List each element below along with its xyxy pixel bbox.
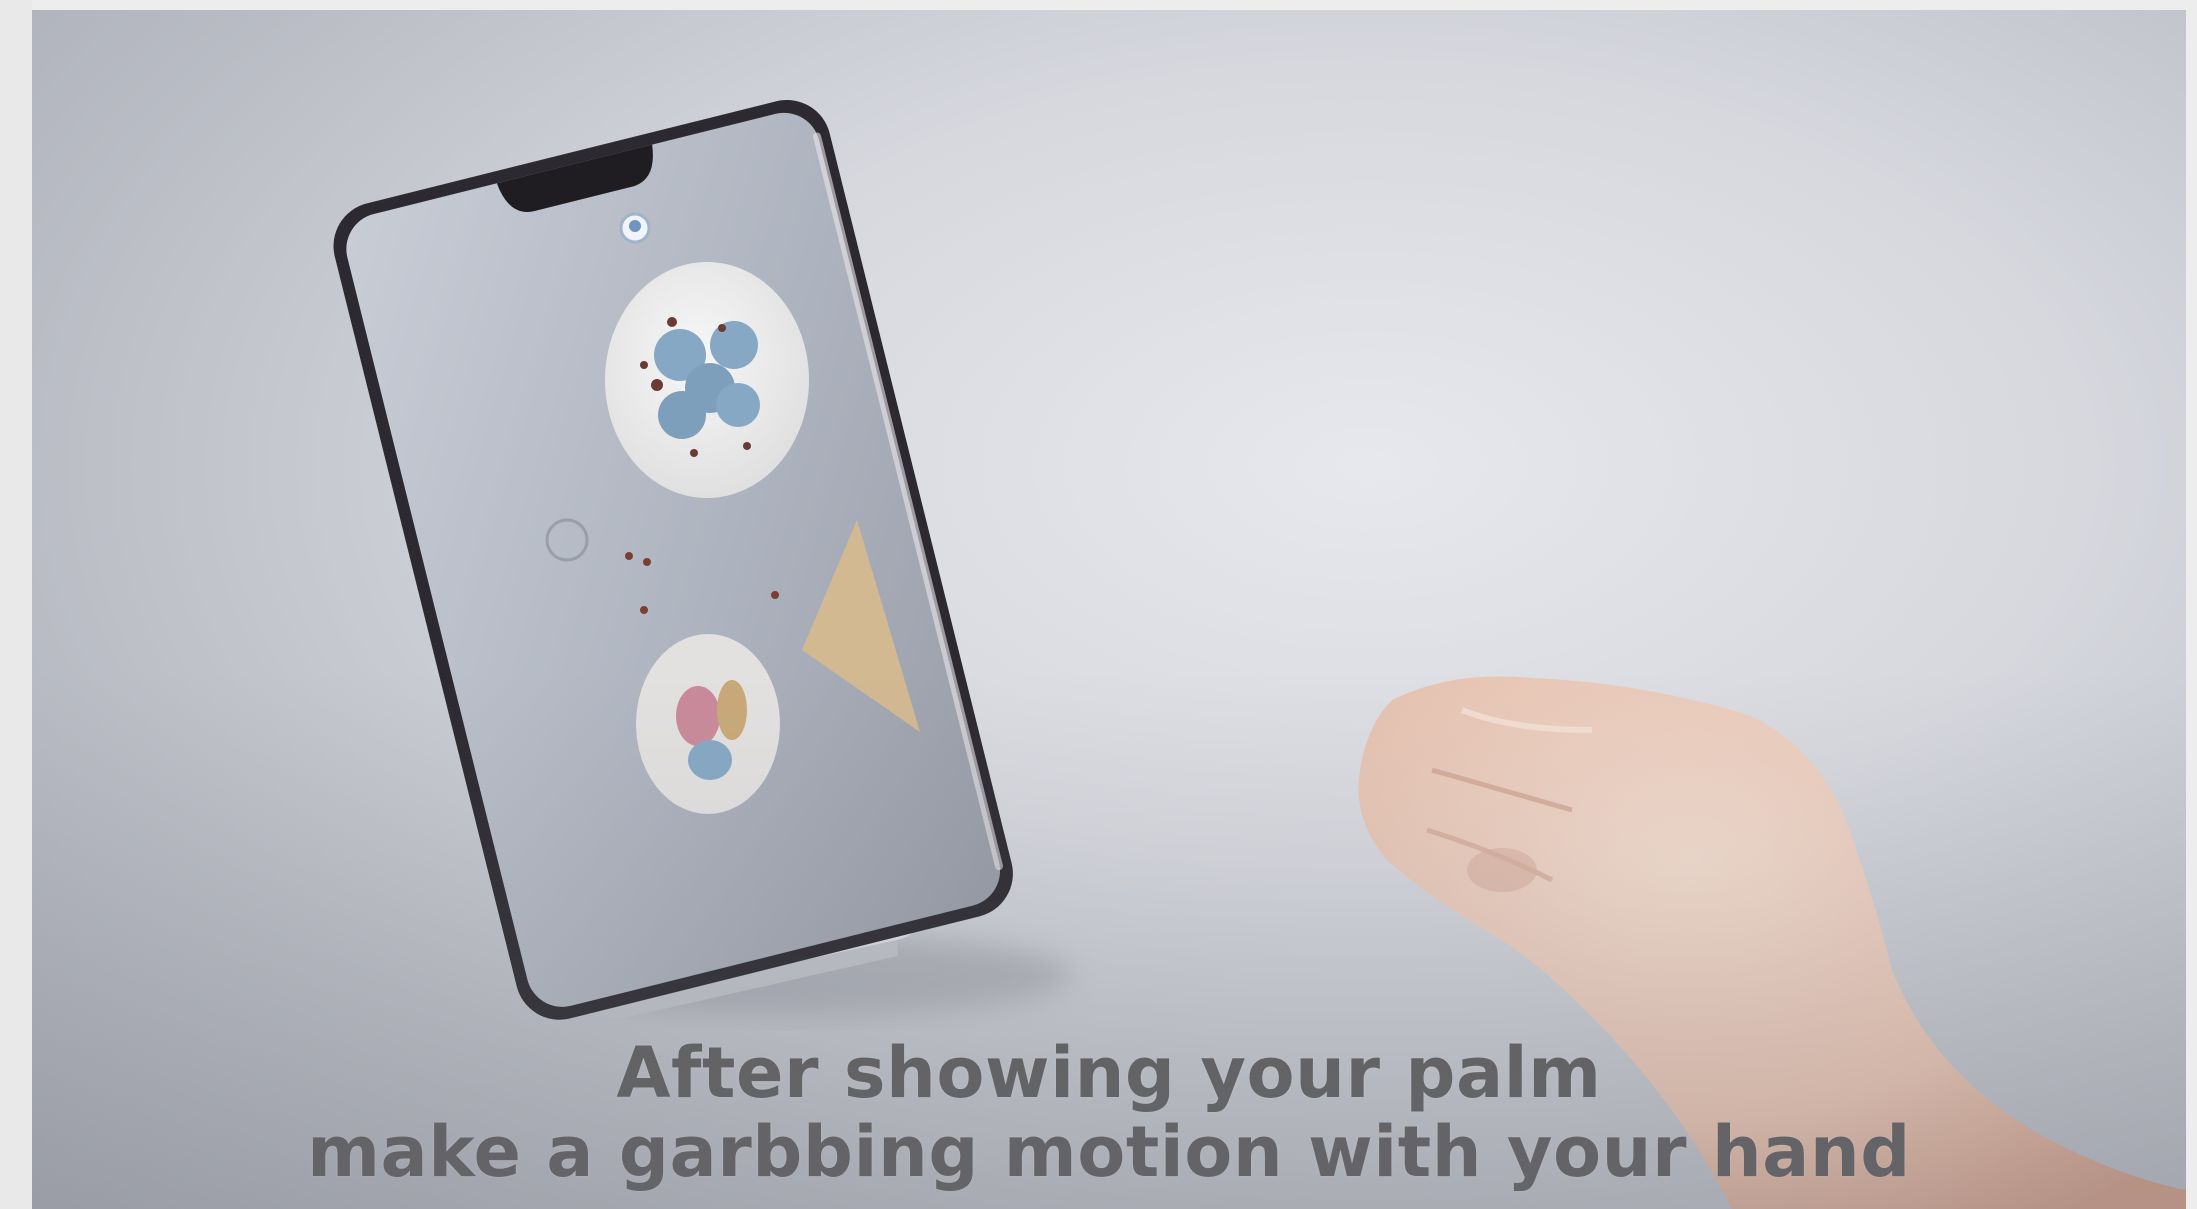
phone [333, 99, 1013, 1020]
scene-illustration [333, 99, 2186, 1209]
subtitle-line-2: make a garbbing motion with your hand [307, 1111, 1911, 1193]
plate-macarons [605, 262, 809, 498]
subtitle-line-1: After showing your palm [616, 1032, 1602, 1114]
selfie-camera-icon [619, 212, 651, 244]
plate-pink-macarons [636, 634, 780, 814]
page-left-margin [0, 0, 32, 1209]
video-frame: After showing your palm make a garbbing … [32, 10, 2186, 1209]
